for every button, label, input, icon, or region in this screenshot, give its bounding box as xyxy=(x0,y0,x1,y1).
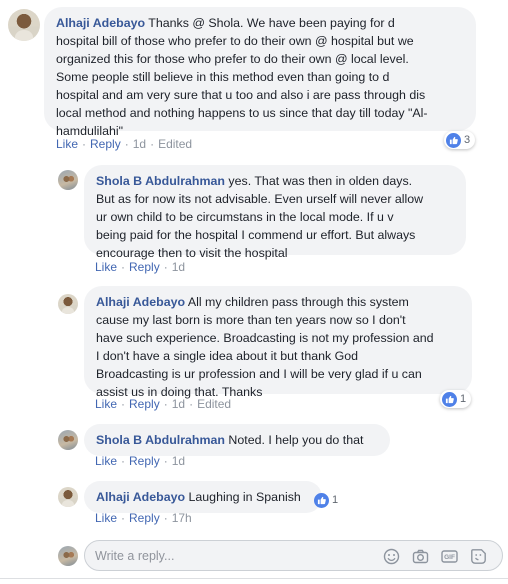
timestamp[interactable]: 1d xyxy=(172,260,185,274)
reply-button[interactable]: Reply xyxy=(129,511,160,525)
comment-text: Broadcasting is ur profession and I will… xyxy=(96,367,422,381)
reaction-count[interactable]: 1 xyxy=(440,390,472,408)
comment-text: I don't have a single idea about it but … xyxy=(96,349,359,363)
reaction-number: 1 xyxy=(332,494,339,506)
edited-label[interactable]: Edited xyxy=(158,137,192,151)
comment-text: organized this for those who prefer to d… xyxy=(56,52,409,66)
avatar[interactable] xyxy=(58,294,78,314)
reaction-count[interactable]: 3 xyxy=(444,131,476,149)
sticker-icon[interactable] xyxy=(470,548,487,565)
timestamp[interactable]: 1d xyxy=(133,137,146,151)
avatar[interactable] xyxy=(58,430,78,450)
like-button[interactable]: Like xyxy=(95,454,117,468)
comment-line-first: Shola B Abdulrahman yes. That was then i… xyxy=(96,172,454,190)
edited-label[interactable]: Edited xyxy=(197,397,231,411)
avatar[interactable] xyxy=(58,170,78,190)
gif-icon[interactable]: GIF xyxy=(441,548,458,565)
reply-button[interactable]: Reply xyxy=(129,397,160,411)
avatar[interactable] xyxy=(8,9,40,41)
comment-line-first: Alhaji Adebayo All my children pass thro… xyxy=(96,293,460,311)
reply-button[interactable]: Reply xyxy=(129,260,160,274)
comment-text: local method and nothing happens to us s… xyxy=(56,106,428,120)
comment-bubble: Alhaji Adebayo All my children pass thro… xyxy=(84,286,472,399)
like-reaction-icon xyxy=(314,492,329,508)
comment-text: being paid for the hospital I commend ur… xyxy=(96,228,416,242)
comment-text: ur own child to be circumstans in the lo… xyxy=(96,210,394,224)
timestamp[interactable]: 1d xyxy=(172,454,185,468)
comment-text: Some people still believe in this method… xyxy=(56,70,390,84)
reaction-number: 3 xyxy=(464,134,471,146)
like-button[interactable]: Like xyxy=(95,397,117,411)
like-reaction-icon xyxy=(442,391,457,407)
comment-author[interactable]: Shola B Abdulrahman xyxy=(96,174,225,188)
divider xyxy=(0,578,508,579)
comment-text: Noted. I help you do that xyxy=(228,433,364,447)
like-button[interactable]: Like xyxy=(56,137,78,151)
camera-icon[interactable] xyxy=(412,548,429,565)
comment-author[interactable]: Alhaji Adebayo xyxy=(96,295,185,309)
comment-text: Laughing in Spanish xyxy=(188,490,301,504)
timestamp[interactable]: 1d xyxy=(172,397,185,411)
comment-actions: Like · Reply · 1d xyxy=(95,260,186,274)
comment-author[interactable]: Alhaji Adebayo xyxy=(56,16,145,30)
reply-input[interactable] xyxy=(95,547,365,565)
comment-text: All my children pass through this system xyxy=(187,295,409,309)
like-button[interactable]: Like xyxy=(95,511,117,525)
emoji-icon[interactable] xyxy=(383,548,400,565)
reaction-count[interactable]: 1 xyxy=(312,491,343,509)
comment-text: cause my last born is more than ten year… xyxy=(96,313,406,327)
comment-actions: Like · Reply · 1d · Edited xyxy=(95,397,232,411)
current-user-avatar[interactable] xyxy=(58,546,78,566)
comment-bubble: Shola B Abdulrahman yes. That was then i… xyxy=(84,165,466,260)
reaction-number: 1 xyxy=(460,393,467,405)
svg-text:GIF: GIF xyxy=(444,554,455,561)
comment-actions: Like · Reply · 17h xyxy=(95,511,192,525)
comment-bubble: Shola B Abdulrahman Noted. I help you do… xyxy=(84,424,390,456)
comment-text: yes. That was then in olden days. xyxy=(228,174,413,188)
comment-line-first: Shola B Abdulrahman Noted. I help you do… xyxy=(96,431,378,449)
reply-composer[interactable]: GIF xyxy=(84,540,503,571)
comment-author[interactable]: Alhaji Adebayo xyxy=(96,490,185,504)
comment-text: hospital and am very sure that u too and… xyxy=(56,88,426,102)
comment-text: Thanks @ Shola. We have been paying for … xyxy=(148,16,395,30)
comment-text: hospital bill of those who prefer to do … xyxy=(56,34,414,48)
comment-bubble: Alhaji Adebayo Laughing in Spanish xyxy=(84,481,322,513)
comment-line-first: Alhaji Adebayo Laughing in Spanish xyxy=(96,488,310,506)
comment-line-first: Alhaji Adebayo Thanks @ Shola. We have b… xyxy=(56,14,464,32)
comment-text: But as for now its not advisable. Even u… xyxy=(96,192,424,206)
comment-text: have such experience. Broadcasting is no… xyxy=(96,331,434,345)
like-button[interactable]: Like xyxy=(95,260,117,274)
avatar[interactable] xyxy=(58,487,78,507)
reply-button[interactable]: Reply xyxy=(129,454,160,468)
comment-actions: Like · Reply · 1d · Edited xyxy=(56,137,193,151)
comment-bubble: Alhaji Adebayo Thanks @ Shola. We have b… xyxy=(44,7,476,138)
comment-actions: Like · Reply · 1d xyxy=(95,454,186,468)
comment-author[interactable]: Shola B Abdulrahman xyxy=(96,433,225,447)
reply-button[interactable]: Reply xyxy=(90,137,121,151)
timestamp[interactable]: 17h xyxy=(172,511,192,525)
like-reaction-icon xyxy=(446,132,461,148)
